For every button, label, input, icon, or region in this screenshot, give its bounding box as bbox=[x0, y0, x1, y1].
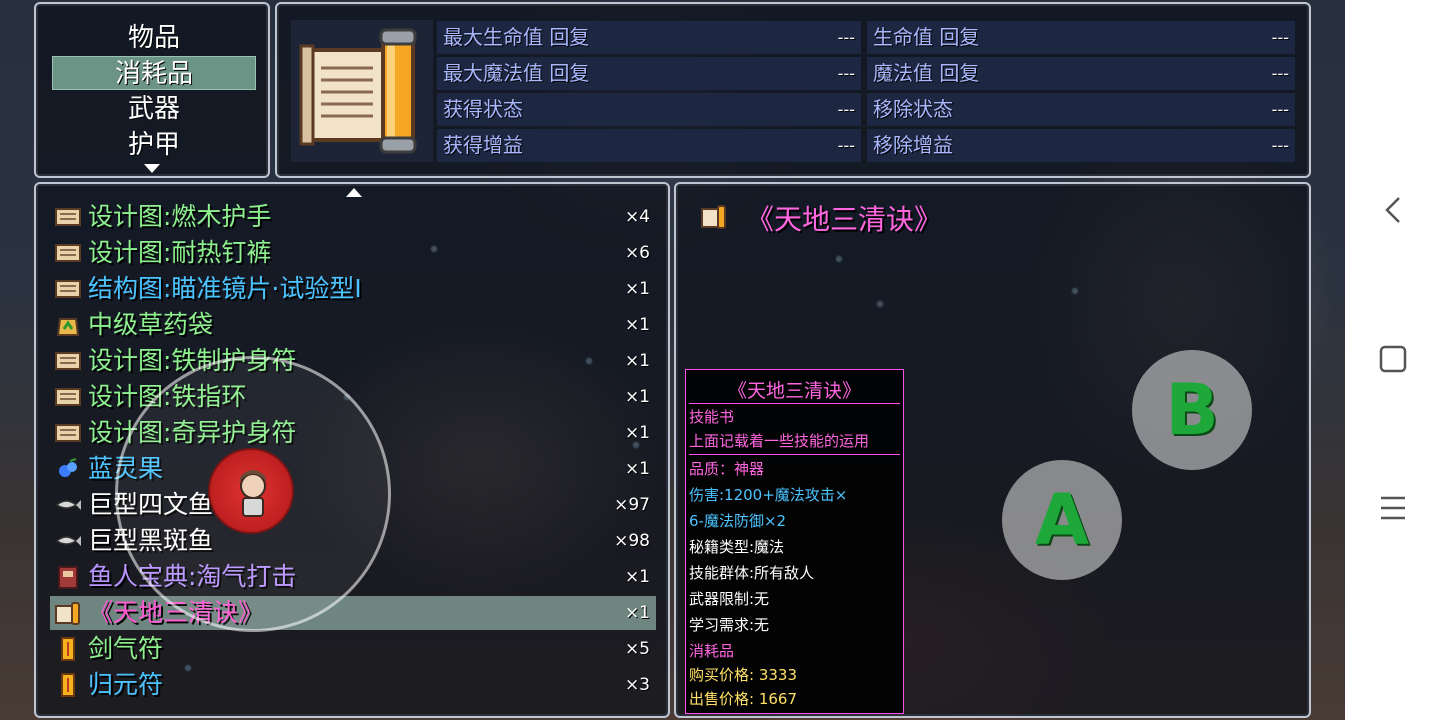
item-row[interactable]: 剑气符 ×5 bbox=[50, 632, 656, 666]
item-name: 设计图:耐热钉裤 bbox=[88, 238, 272, 267]
tooltip-category: 消耗品 bbox=[689, 642, 735, 660]
status-row: 移除状态 --- bbox=[867, 93, 1295, 126]
item-count: ×1 bbox=[624, 423, 650, 443]
item-row[interactable]: 设计图:铁制护身符 ×1 bbox=[50, 344, 656, 378]
scroll-icon bbox=[54, 349, 82, 373]
tooltip-target: 技能群体:所有敌人 bbox=[689, 564, 815, 582]
back-icon[interactable] bbox=[1375, 192, 1411, 228]
tooltip-damage: 伤害:1200+魔法攻击× bbox=[689, 486, 848, 504]
fish-icon bbox=[54, 529, 82, 553]
item-row[interactable]: 设计图:燃木护手 ×4 bbox=[50, 200, 656, 234]
blue-fruit-icon bbox=[54, 457, 82, 481]
b-button[interactable]: B bbox=[1132, 350, 1252, 470]
item-count: ×1 bbox=[624, 279, 650, 299]
item-name: 归元符 bbox=[88, 670, 164, 699]
item-name: 中级草药袋 bbox=[88, 310, 214, 339]
item-count: ×1 bbox=[624, 459, 650, 479]
talisman-icon bbox=[54, 637, 82, 661]
item-count: ×6 bbox=[624, 243, 650, 263]
status-row: 移除增益 --- bbox=[867, 129, 1295, 162]
item-count: ×1 bbox=[624, 567, 650, 587]
home-icon[interactable] bbox=[1375, 341, 1411, 377]
book-icon bbox=[54, 565, 82, 589]
item-large-icon bbox=[291, 20, 433, 162]
scroll-icon bbox=[54, 277, 82, 301]
herb-bag-icon bbox=[54, 313, 82, 337]
joystick-knob[interactable] bbox=[208, 448, 294, 534]
system-navigation-bar bbox=[1345, 0, 1440, 720]
tooltip-weapon-limit: 武器限制:无 bbox=[689, 590, 770, 608]
category-item[interactable]: 护甲 bbox=[52, 128, 256, 162]
skill-book-icon bbox=[700, 204, 728, 230]
item-row[interactable]: 结构图:瞄准镜片·试验型I ×1 bbox=[50, 272, 656, 306]
character-avatar-icon bbox=[239, 470, 267, 517]
item-row[interactable]: 归元符 ×3 bbox=[50, 668, 656, 702]
scroll-icon bbox=[54, 421, 82, 445]
tooltip-type: 技能书 bbox=[689, 408, 735, 426]
item-name: 剑气符 bbox=[88, 634, 164, 663]
item-count: ×3 bbox=[624, 675, 650, 695]
category-item[interactable]: 武器 bbox=[52, 92, 256, 126]
item-count: ×1 bbox=[624, 351, 650, 371]
category-item-selected[interactable]: 消耗品 bbox=[52, 56, 256, 90]
item-row-selected[interactable]: 《天地三清诀》 ×1 bbox=[50, 596, 656, 630]
item-row[interactable]: 设计图:耐热钉裤 ×6 bbox=[50, 236, 656, 270]
scroll-up-arrow-icon[interactable] bbox=[346, 188, 362, 197]
tooltip-damage-cont: 6-魔法防御×2 bbox=[689, 512, 787, 530]
scroll-icon bbox=[54, 385, 82, 409]
item-count: ×1 bbox=[624, 603, 650, 623]
tooltip-title: 《天地三清诀》 bbox=[727, 380, 861, 402]
skill-book-icon bbox=[299, 28, 417, 154]
tooltip-description: 上面记载着一些技能的运用 bbox=[689, 432, 870, 450]
item-count: ×4 bbox=[624, 207, 650, 227]
tooltip-skill-type: 秘籍类型:魔法 bbox=[689, 538, 785, 556]
a-button[interactable]: A bbox=[1002, 460, 1122, 580]
item-count: ×1 bbox=[624, 387, 650, 407]
status-row: 生命值 回复 --- bbox=[867, 21, 1295, 54]
scroll-icon bbox=[54, 241, 82, 265]
tooltip-buy-price: 购买价格: 3333 bbox=[689, 666, 797, 684]
item-name: 结构图:瞄准镜片·试验型I bbox=[88, 274, 362, 303]
item-tooltip: 《天地三清诀》 技能书 上面记载着一些技能的运用 品质：神器 伤害:1200+魔… bbox=[685, 369, 904, 714]
category-window: 物品 消耗品 武器 护甲 bbox=[34, 2, 270, 178]
item-status-window: 最大生命值 回复 --- 生命值 回复 --- 最大魔法值 回复 --- 魔法值… bbox=[275, 2, 1311, 178]
tooltip-quality: 品质：神器 bbox=[689, 460, 765, 478]
status-row: 最大魔法值 回复 --- bbox=[437, 57, 861, 90]
fish-icon bbox=[54, 493, 82, 517]
help-title: 《天地三清诀》 bbox=[746, 203, 943, 236]
item-row[interactable]: 中级草药袋 ×1 bbox=[50, 308, 656, 342]
item-count: ×1 bbox=[624, 315, 650, 335]
menu-icon[interactable] bbox=[1375, 490, 1411, 526]
status-row: 最大生命值 回复 --- bbox=[437, 21, 861, 54]
tooltip-learn-req: 学习需求:无 bbox=[689, 616, 770, 634]
scroll-down-arrow-icon[interactable] bbox=[144, 164, 160, 173]
status-row: 魔法值 回复 --- bbox=[867, 57, 1295, 90]
item-count: ×97 bbox=[614, 495, 650, 515]
category-item[interactable]: 物品 bbox=[52, 21, 256, 55]
item-name: 设计图:燃木护手 bbox=[88, 202, 272, 231]
talisman-icon bbox=[54, 673, 82, 697]
skill-book-icon bbox=[54, 601, 82, 625]
item-count: ×5 bbox=[624, 639, 650, 659]
status-row: 获得状态 --- bbox=[437, 93, 861, 126]
status-row: 获得增益 --- bbox=[437, 129, 861, 162]
divider bbox=[689, 403, 900, 404]
divider bbox=[689, 454, 900, 455]
scroll-icon bbox=[54, 205, 82, 229]
item-count: ×98 bbox=[614, 531, 650, 551]
tooltip-sell-price: 出售价格: 1667 bbox=[689, 690, 797, 708]
